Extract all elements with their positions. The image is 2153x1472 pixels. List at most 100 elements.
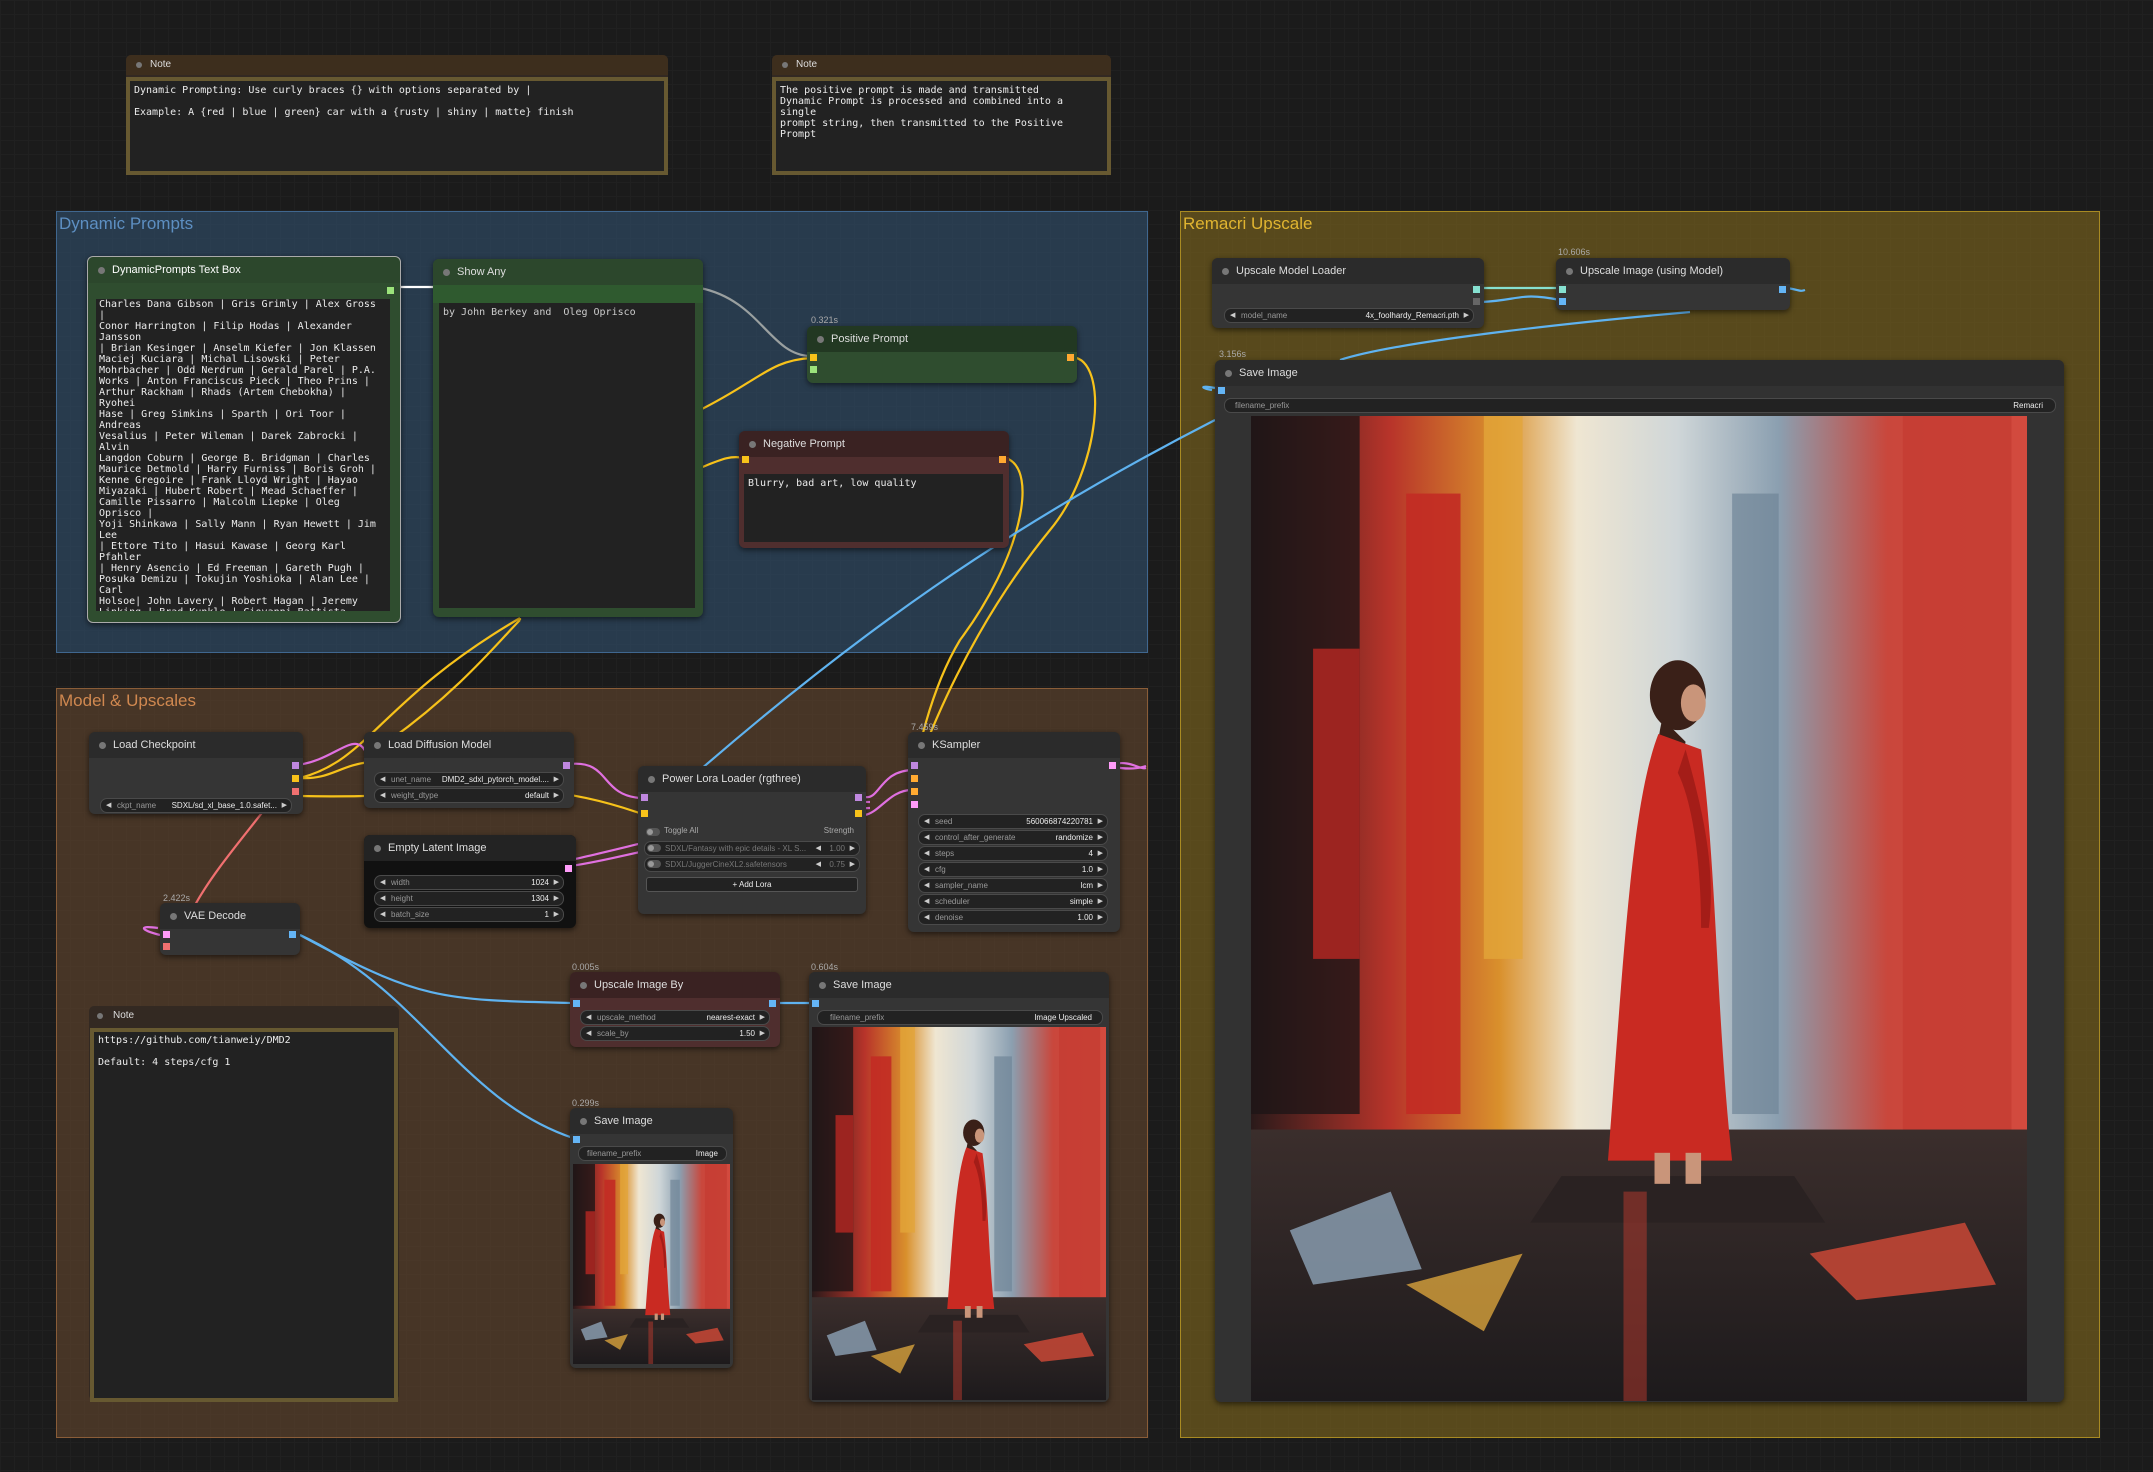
save-image-node-small[interactable]: Save Image filename_prefix Image — [570, 1108, 733, 1368]
output-slot-model[interactable] — [292, 762, 299, 769]
output-slot-image[interactable] — [769, 1000, 776, 1007]
model-name-widget[interactable]: ◀ model_name 4x_foolhardy_Remacri.pth ▶ — [1224, 308, 1474, 323]
output-slot-vae[interactable] — [292, 788, 299, 795]
arrow-left-icon[interactable]: ◀ — [924, 847, 929, 860]
arrow-left-icon[interactable]: ◀ — [380, 773, 385, 786]
arrow-right-icon[interactable]: ▶ — [1098, 911, 1103, 924]
upscale-image-by-node[interactable]: Upscale Image By ◀ upscale_method neares… — [570, 972, 780, 1047]
arrow-left-icon[interactable]: ◀ — [924, 911, 929, 924]
input-slot-upscale-model[interactable] — [1559, 286, 1566, 293]
note-node-bottom[interactable]: Note https://github.com/tianweiy/DMD2 De… — [89, 1006, 399, 1402]
arrow-right-icon[interactable]: ▶ — [1098, 847, 1103, 860]
input-slot-images[interactable] — [573, 1136, 580, 1143]
load-checkpoint-node[interactable]: Load Checkpoint ◀ ckpt_name SDXL/sd_xl_b… — [89, 732, 303, 814]
arrow-left-icon[interactable]: ◀ — [924, 895, 929, 908]
output-slot[interactable] — [387, 287, 394, 294]
arrow-left-icon[interactable]: ◀ — [924, 815, 929, 828]
output-slot-upscale-model[interactable] — [1473, 286, 1480, 293]
empty-latent-image-node[interactable]: Empty Latent Image ◀ width 1024 ▶ ◀ heig… — [364, 835, 576, 928]
arrow-right-icon[interactable]: ▶ — [1464, 309, 1469, 322]
arrow-right-icon[interactable]: ▶ — [554, 789, 559, 802]
output-image-preview[interactable] — [573, 1164, 730, 1364]
unet-name-widget[interactable]: ◀ unet_name DMD2_sdxl_pytorch_model.... … — [374, 772, 564, 787]
arrow-left-icon[interactable]: ◀ — [816, 858, 821, 871]
save-image-node-upscaled[interactable]: Save Image filename_prefix Image Upscale… — [809, 972, 1109, 1402]
arrow-right-icon[interactable]: ▶ — [554, 876, 559, 889]
scale-by-widget[interactable]: ◀ scale_by 1.50 ▶ — [580, 1026, 770, 1041]
input-slot-model[interactable] — [911, 762, 918, 769]
input-slot-clip[interactable] — [810, 354, 817, 361]
width-widget[interactable]: ◀ width 1024 ▶ — [374, 875, 564, 890]
batch-size-widget[interactable]: ◀ batch_size 1 ▶ — [374, 907, 564, 922]
note-textarea[interactable]: https://github.com/tianweiy/DMD2 Default… — [90, 1028, 398, 1402]
arrow-right-icon[interactable]: ▶ — [1098, 815, 1103, 828]
output-slot-model[interactable] — [563, 762, 570, 769]
arrow-left-icon[interactable]: ◀ — [924, 831, 929, 844]
filename-prefix-widget[interactable]: filename_prefix Remacri — [1224, 398, 2056, 413]
arrow-left-icon[interactable]: ◀ — [586, 1011, 591, 1024]
power-lora-loader-node[interactable]: Power Lora Loader (rgthree) Toggle All S… — [638, 766, 866, 914]
ksampler-widget-2[interactable]: ◀ steps 4 ▶ — [918, 846, 1108, 861]
output-image-preview[interactable] — [1251, 416, 2027, 1401]
toggle-all-switch[interactable] — [646, 828, 660, 836]
vae-decode-node[interactable]: VAE Decode — [160, 903, 300, 955]
filename-prefix-widget[interactable]: filename_prefix Image Upscaled — [817, 1010, 1103, 1025]
output-slot-model[interactable] — [855, 794, 862, 801]
output-slot-image[interactable] — [289, 931, 296, 938]
negative-textarea[interactable]: Blurry, bad art, low quality — [744, 474, 1003, 542]
output-slot[interactable] — [999, 456, 1006, 463]
show-any-node[interactable]: Show Any by John Berkey and Oleg Oprisco — [433, 259, 703, 617]
save-image-node-remacri[interactable]: Save Image filename_prefix Remacri — [1215, 360, 2064, 1402]
ksampler-widget-1[interactable]: ◀ control_after_generate randomize ▶ — [918, 830, 1108, 845]
input-slot-images[interactable] — [1218, 387, 1225, 394]
input-slot-clip[interactable] — [641, 810, 648, 817]
ksampler-node[interactable]: KSampler ◀ seed 560066874220781 ▶ ◀ control_a… — [908, 732, 1120, 932]
arrow-right-icon[interactable]: ▶ — [1098, 831, 1103, 844]
arrow-right-icon[interactable]: ▶ — [282, 799, 287, 812]
weight-dtype-widget[interactable]: ◀ weight_dtype default ▶ — [374, 788, 564, 803]
lora-toggle[interactable] — [647, 844, 661, 852]
arrow-left-icon[interactable]: ◀ — [380, 892, 385, 905]
arrow-left-icon[interactable]: ◀ — [106, 799, 111, 812]
filename-prefix-widget[interactable]: filename_prefix Image — [578, 1146, 727, 1161]
note-textarea[interactable]: The positive prompt is made and transmit… — [772, 77, 1111, 175]
arrow-right-icon[interactable]: ▶ — [1098, 879, 1103, 892]
note-node-top-right[interactable]: Note The positive prompt is made and tra… — [772, 55, 1111, 175]
input-slot-samples[interactable] — [163, 931, 170, 938]
ksampler-widget-3[interactable]: ◀ cfg 1.0 ▶ — [918, 862, 1108, 877]
arrow-left-icon[interactable]: ◀ — [924, 879, 929, 892]
input-slot-images[interactable] — [812, 1000, 819, 1007]
arrow-right-icon[interactable]: ▶ — [554, 892, 559, 905]
upscale-model-loader-node[interactable]: Upscale Model Loader ◀ model_name 4x_foo… — [1212, 258, 1484, 328]
ksampler-widget-5[interactable]: ◀ scheduler simple ▶ — [918, 894, 1108, 909]
arrow-right-icon[interactable]: ▶ — [760, 1011, 765, 1024]
arrow-left-icon[interactable]: ◀ — [380, 789, 385, 802]
note-node-top-left[interactable]: Note Dynamic Prompting: Use curly braces… — [126, 55, 668, 175]
dynamic-prompts-text-box-node[interactable]: DynamicPrompts Text Box Charles Dana Gib… — [87, 256, 401, 623]
output-slot-latent[interactable] — [1109, 762, 1116, 769]
arrow-left-icon[interactable]: ◀ — [816, 842, 821, 855]
input-slot-latent[interactable] — [911, 801, 918, 808]
arrow-right-icon[interactable]: ▶ — [850, 858, 855, 871]
arrow-left-icon[interactable]: ◀ — [586, 1027, 591, 1040]
arrow-right-icon[interactable]: ▶ — [760, 1027, 765, 1040]
arrow-right-icon[interactable]: ▶ — [1098, 863, 1103, 876]
load-diffusion-model-node[interactable]: Load Diffusion Model ◀ unet_name DMD2_sd… — [364, 732, 574, 808]
arrow-left-icon[interactable]: ◀ — [380, 908, 385, 921]
upscale-method-widget[interactable]: ◀ upscale_method nearest-exact ▶ — [580, 1010, 770, 1025]
output-image-preview[interactable] — [812, 1027, 1106, 1400]
lora-row-2[interactable]: SDXL/JuggerCineXL2.safetensors ◀ 0.75 ▶ — [644, 857, 860, 872]
input-slot-clip[interactable] — [742, 456, 749, 463]
upscale-image-using-model-node[interactable]: Upscale Image (using Model) — [1556, 258, 1790, 310]
lora-row-1[interactable]: SDXL/Fantasy with epic details - XL S...… — [644, 841, 860, 856]
add-lora-button[interactable]: + Add Lora — [646, 877, 858, 892]
arrow-right-icon[interactable]: ▶ — [1098, 895, 1103, 908]
height-widget[interactable]: ◀ height 1304 ▶ — [374, 891, 564, 906]
arrow-right-icon[interactable]: ▶ — [554, 773, 559, 786]
input-slot-vae[interactable] — [163, 943, 170, 950]
input-slot-negative[interactable] — [911, 788, 918, 795]
output-slot-secondary[interactable] — [1473, 298, 1480, 305]
arrow-right-icon[interactable]: ▶ — [850, 842, 855, 855]
ksampler-widget-0[interactable]: ◀ seed 560066874220781 ▶ — [918, 814, 1108, 829]
note-textarea[interactable]: Dynamic Prompting: Use curly braces {} w… — [126, 77, 668, 175]
